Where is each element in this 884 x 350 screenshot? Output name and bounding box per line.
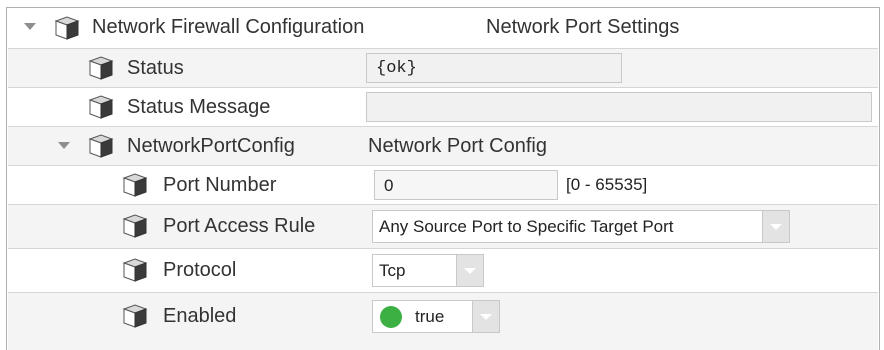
status-message-label: Status Message bbox=[127, 96, 271, 118]
status-field: {ok} bbox=[366, 53, 622, 83]
property-row-port-access-rule: Port Access Rule Any Source Port to Spec… bbox=[8, 205, 878, 249]
chevron-down-icon[interactable] bbox=[456, 255, 483, 286]
port-number-value: 0 bbox=[384, 176, 394, 195]
status-message-field bbox=[366, 92, 872, 122]
enabled-dropdown[interactable]: true bbox=[372, 300, 500, 333]
tree-row-root[interactable]: Network Firewall Configuration Network P… bbox=[8, 8, 878, 49]
chevron-down-icon[interactable] bbox=[472, 301, 499, 332]
component-cube-icon bbox=[88, 134, 114, 158]
enabled-value: true bbox=[415, 307, 445, 326]
port-number-label: Port Number bbox=[163, 174, 277, 196]
port-number-range: [0 - 65535] bbox=[566, 175, 648, 194]
component-cube-icon bbox=[54, 16, 80, 40]
status-dot-icon bbox=[380, 306, 402, 328]
caret-down-icon[interactable] bbox=[24, 23, 36, 30]
component-cube-icon bbox=[122, 173, 148, 197]
port-access-rule-label: Port Access Rule bbox=[163, 215, 316, 237]
component-cube-icon bbox=[122, 258, 148, 282]
port-number-input[interactable]: 0 bbox=[374, 170, 558, 200]
port-config-label: NetworkPortConfig bbox=[127, 135, 295, 157]
component-cube-icon bbox=[88, 56, 114, 80]
property-row-protocol: Protocol Tcp bbox=[8, 249, 878, 293]
protocol-dropdown[interactable]: Tcp bbox=[372, 254, 484, 287]
component-cube-icon bbox=[88, 95, 114, 119]
tree-row-network-port-config[interactable]: NetworkPortConfig Network Port Config bbox=[8, 127, 878, 166]
root-label: Network Firewall Configuration bbox=[92, 16, 365, 38]
chevron-down-icon[interactable] bbox=[762, 211, 789, 242]
property-sheet: Network Firewall Configuration Network P… bbox=[6, 7, 880, 350]
status-value: {ok} bbox=[376, 59, 417, 78]
property-row-status-message: Status Message bbox=[8, 88, 878, 127]
property-row-status: Status {ok} bbox=[8, 49, 878, 88]
port-config-type: Network Port Config bbox=[368, 135, 547, 157]
property-row-port-number: Port Number 0 [0 - 65535] bbox=[8, 166, 878, 205]
enabled-label: Enabled bbox=[163, 305, 237, 327]
component-cube-icon bbox=[122, 214, 148, 238]
protocol-value: Tcp bbox=[379, 261, 406, 280]
port-access-rule-dropdown[interactable]: Any Source Port to Specific Target Port bbox=[372, 210, 790, 243]
protocol-label: Protocol bbox=[163, 259, 237, 281]
port-access-rule-value: Any Source Port to Specific Target Port bbox=[379, 217, 674, 236]
root-type: Network Port Settings bbox=[486, 16, 680, 38]
component-cube-icon bbox=[122, 304, 148, 328]
status-label: Status bbox=[127, 57, 184, 79]
property-row-enabled: Enabled true bbox=[8, 293, 878, 350]
caret-down-icon[interactable] bbox=[58, 142, 70, 149]
